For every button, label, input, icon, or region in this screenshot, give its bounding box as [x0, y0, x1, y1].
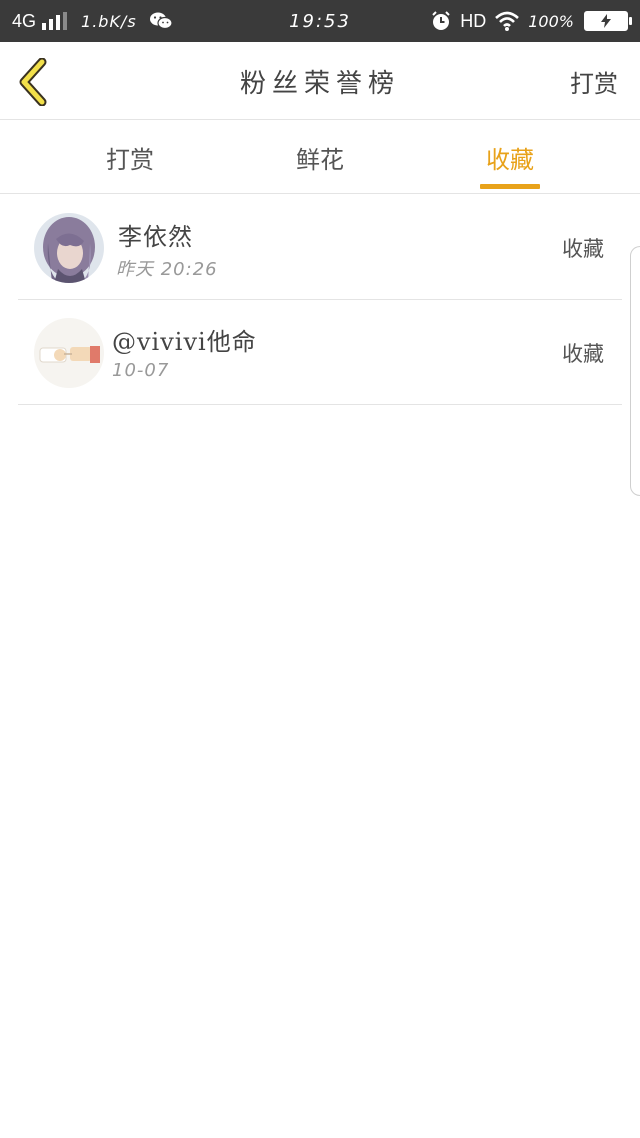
fans-list: 李依然 昨天 20:26 收藏 @vivivi他命 10-07 收藏	[18, 195, 622, 405]
row-action-label: 收藏	[562, 236, 604, 261]
list-item[interactable]: @vivivi他命 10-07 收藏	[18, 300, 622, 405]
timestamp: 10-07	[112, 360, 170, 381]
wifi-icon	[495, 11, 520, 31]
avatar	[34, 213, 104, 283]
status-bar: 4G 1.bK/s 19:53 HD 100%	[0, 0, 640, 42]
user-name: @vivivi他命	[112, 328, 257, 356]
list-item[interactable]: 李依然 昨天 20:26 收藏	[18, 195, 622, 300]
battery-icon	[584, 11, 632, 31]
avatar	[34, 318, 104, 388]
tab-favorites[interactable]: 收藏	[450, 120, 570, 194]
tab-favorites-label: 收藏	[486, 145, 534, 174]
page-title: 粉丝荣誉榜	[239, 68, 400, 99]
battery-percent: 100%	[528, 11, 574, 31]
active-tab-indicator	[480, 184, 540, 189]
user-name: 李依然	[118, 223, 193, 251]
edge-drawer-handle[interactable]	[630, 246, 640, 496]
tab-reward[interactable]: 打赏	[70, 120, 190, 194]
hd-indicator: HD	[460, 10, 487, 31]
reward-button[interactable]: 打赏	[570, 42, 618, 120]
charging-icon	[586, 13, 626, 29]
alarm-icon	[432, 11, 450, 30]
tab-bar: 打赏 鲜花 收藏	[0, 120, 640, 194]
tab-flowers[interactable]: 鲜花	[260, 120, 380, 194]
timestamp: 昨天 20:26	[116, 259, 218, 280]
nav-header: 粉丝荣誉榜 打赏	[0, 42, 640, 120]
status-right: HD 100%	[430, 0, 632, 42]
row-action-label: 收藏	[562, 341, 604, 366]
